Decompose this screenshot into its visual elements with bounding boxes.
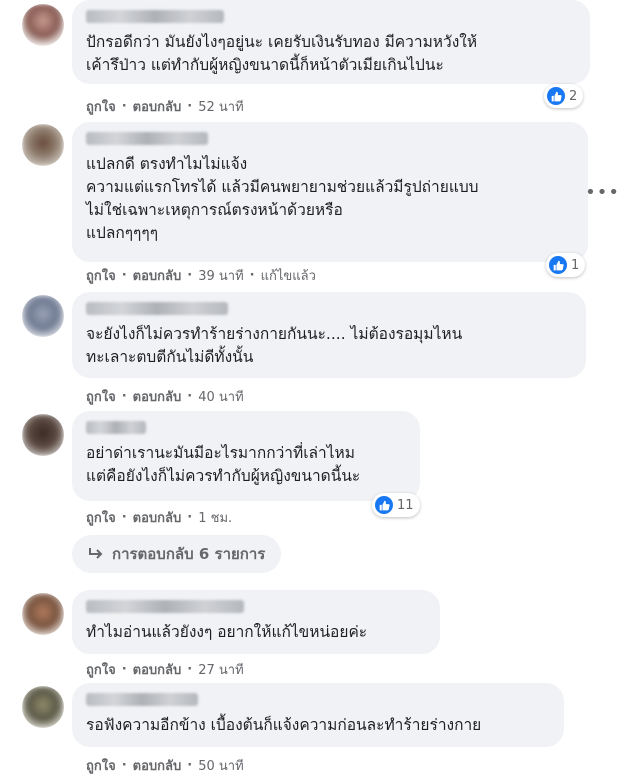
- avatar[interactable]: [22, 295, 64, 337]
- timestamp[interactable]: 40 นาที: [198, 386, 243, 407]
- avatar[interactable]: [22, 414, 64, 456]
- comment-text: ปักรอดีกว่า มันยังไงๆอยู่นะ เคยรับเงินรั…: [86, 33, 478, 74]
- reaction-count[interactable]: 11: [372, 493, 420, 517]
- timestamp[interactable]: 1 ชม.: [198, 507, 232, 528]
- timestamp[interactable]: 39 นาที: [198, 265, 243, 286]
- comment-actions: ถูกใจ · ตอบกลับ · 52 นาที: [86, 96, 244, 117]
- author-name[interactable]: [86, 302, 228, 315]
- avatar[interactable]: [22, 686, 64, 728]
- reply-link[interactable]: ตอบกลับ: [133, 507, 182, 528]
- author-name[interactable]: [86, 132, 208, 145]
- like-icon: [375, 496, 393, 514]
- comment-actions: ถูกใจ · ตอบกลับ · 50 นาที: [86, 755, 244, 776]
- like-link[interactable]: ถูกใจ: [86, 507, 116, 528]
- reply-arrow-icon: [89, 548, 103, 559]
- like-link[interactable]: ถูกใจ: [86, 265, 116, 286]
- like-icon: [549, 256, 567, 274]
- avatar[interactable]: [22, 593, 64, 635]
- comment-text: แปลกดี ตรงทำไมไม่แจ้ง ความแต่แรกโทรได้ แ…: [86, 155, 479, 242]
- timestamp[interactable]: 52 นาที: [198, 96, 243, 117]
- comment-bubble: ทำไมอ่านแล้วยังงๆ อยากให้แก้ไขหน่อยค่ะ: [72, 590, 440, 654]
- comment-bubble: อย่าด่าเรานะมันมีอะไรมากกว่าที่เล่าไหม แ…: [72, 411, 420, 501]
- comment-bubble: จะยังไงก็ไม่ควรทำร้ายร่างกายกันนะ.... ไม…: [72, 292, 586, 378]
- author-name[interactable]: [86, 10, 224, 23]
- comment-bubble: รอฟังความอีกข้าง เบื้องต้นก็แจ้งความก่อน…: [72, 683, 564, 747]
- edited-label[interactable]: แก้ไขแล้ว: [261, 265, 316, 286]
- comment-bubble: แปลกดี ตรงทำไมไม่แจ้ง ความแต่แรกโทรได้ แ…: [72, 122, 588, 262]
- view-replies-label: การตอบกลับ 6 รายการ: [112, 545, 266, 563]
- timestamp[interactable]: 50 นาที: [198, 755, 243, 776]
- author-name[interactable]: [86, 600, 244, 613]
- reply-link[interactable]: ตอบกลับ: [133, 96, 182, 117]
- comment-text: รอฟังความอีกข้าง เบื้องต้นก็แจ้งความก่อน…: [86, 716, 482, 734]
- author-name[interactable]: [86, 693, 198, 706]
- reply-link[interactable]: ตอบกลับ: [133, 755, 182, 776]
- reply-link[interactable]: ตอบกลับ: [133, 386, 182, 407]
- reaction-count[interactable]: 1: [546, 253, 586, 277]
- like-link[interactable]: ถูกใจ: [86, 659, 116, 680]
- avatar[interactable]: [22, 124, 64, 166]
- like-link[interactable]: ถูกใจ: [86, 386, 116, 407]
- comment-actions: ถูกใจ · ตอบกลับ · 39 นาที · แก้ไขแล้ว: [86, 265, 316, 286]
- reply-link[interactable]: ตอบกลับ: [133, 265, 182, 286]
- reaction-count[interactable]: 2: [544, 84, 584, 108]
- like-link[interactable]: ถูกใจ: [86, 96, 116, 117]
- comment-bubble: ปักรอดีกว่า มันยังไงๆอยู่นะ เคยรับเงินรั…: [72, 0, 590, 84]
- comment-actions: ถูกใจ · ตอบกลับ · 40 นาที: [86, 386, 244, 407]
- like-link[interactable]: ถูกใจ: [86, 755, 116, 776]
- more-options-icon[interactable]: •••: [585, 182, 620, 203]
- comment-text: ทำไมอ่านแล้วยังงๆ อยากให้แก้ไขหน่อยค่ะ: [86, 623, 368, 641]
- comment-actions: ถูกใจ · ตอบกลับ · 1 ชม.: [86, 507, 232, 528]
- like-icon: [547, 87, 565, 105]
- view-replies-button[interactable]: การตอบกลับ 6 รายการ: [72, 535, 282, 573]
- comment-actions: ถูกใจ · ตอบกลับ · 27 นาที: [86, 659, 244, 680]
- timestamp[interactable]: 27 นาที: [198, 659, 243, 680]
- reply-link[interactable]: ตอบกลับ: [133, 659, 182, 680]
- comment-text: อย่าด่าเรานะมันมีอะไรมากกว่าที่เล่าไหม แ…: [86, 444, 361, 485]
- author-name[interactable]: [86, 421, 146, 434]
- comment-text: จะยังไงก็ไม่ควรทำร้ายร่างกายกันนะ.... ไม…: [86, 325, 463, 366]
- avatar[interactable]: [22, 4, 64, 46]
